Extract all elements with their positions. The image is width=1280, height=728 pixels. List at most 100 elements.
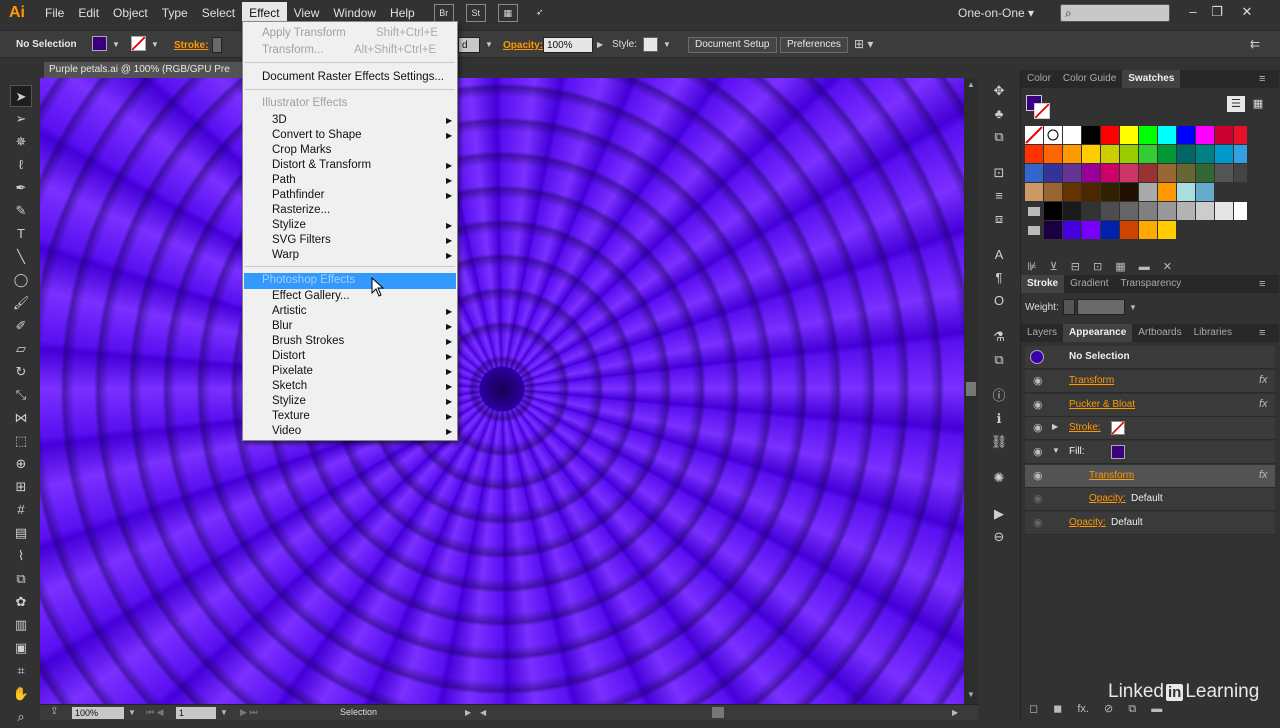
appearance-header-row[interactable]: No Selection bbox=[1025, 346, 1275, 369]
swatch[interactable] bbox=[1101, 183, 1119, 201]
align-icon[interactable]: ⊞ ▾ bbox=[854, 37, 873, 51]
swatch[interactable] bbox=[1158, 221, 1176, 239]
menu-item-distort[interactable]: Distort ▶ bbox=[244, 349, 456, 364]
swatch[interactable] bbox=[1082, 164, 1100, 182]
style-dropdown[interactable]: d bbox=[458, 37, 480, 53]
swatch[interactable] bbox=[1196, 145, 1214, 163]
swatch[interactable] bbox=[1044, 145, 1062, 163]
swatch[interactable] bbox=[1044, 221, 1062, 239]
menu-item-apply-transform[interactable]: Apply Transform Shift+Ctrl+E bbox=[244, 26, 456, 41]
swatch[interactable] bbox=[1120, 221, 1138, 239]
tab-appearance[interactable]: Appearance bbox=[1063, 324, 1133, 342]
swatch[interactable] bbox=[1120, 145, 1138, 163]
menu-item-video[interactable]: Video ▶ bbox=[244, 424, 456, 439]
first-artboard-icon[interactable]: ⏮ ◀ bbox=[146, 707, 164, 718]
minimize-icon[interactable]: – bbox=[1182, 3, 1204, 21]
menu-item-svg-filters[interactable]: SVG Filters ▶ bbox=[244, 233, 456, 248]
attributes-icon[interactable]: ⊖ bbox=[988, 526, 1010, 548]
eye-icon[interactable]: ◉ bbox=[1033, 398, 1043, 411]
eye-icon[interactable]: ◉ bbox=[1033, 492, 1043, 505]
swatch-grid[interactable] bbox=[1025, 126, 1247, 246]
info-icon[interactable]: ⓘ bbox=[988, 385, 1010, 407]
swatch[interactable] bbox=[1215, 202, 1233, 220]
swatch[interactable] bbox=[1196, 183, 1214, 201]
scroll-down-icon[interactable]: ▼ bbox=[967, 690, 975, 699]
swatch[interactable] bbox=[1234, 202, 1247, 220]
pen-tool-icon[interactable]: ✒ bbox=[10, 177, 32, 199]
document-setup-button[interactable]: Document Setup bbox=[688, 37, 777, 53]
swatch[interactable] bbox=[1063, 183, 1081, 201]
chevron-right-icon[interactable]: ▶ bbox=[597, 40, 603, 49]
graphic-style-swatch[interactable] bbox=[643, 37, 658, 52]
hand-tool-icon[interactable]: ✋ bbox=[10, 683, 32, 705]
arrange-documents-icon[interactable]: ▦ bbox=[497, 4, 518, 22]
appearance-row-opacity[interactable]: ◉ Opacity: Default bbox=[1025, 512, 1275, 535]
swatch[interactable] bbox=[1215, 164, 1233, 182]
swatch[interactable] bbox=[1063, 145, 1081, 163]
stroke-swatch[interactable] bbox=[1111, 421, 1125, 435]
vertical-scrollbar[interactable]: ▲ ▼ bbox=[964, 78, 978, 704]
fill-swatch[interactable] bbox=[1111, 445, 1125, 459]
stock-icon[interactable]: St bbox=[465, 4, 486, 22]
swatch[interactable] bbox=[1101, 202, 1119, 220]
document-info-icon[interactable]: ℹ bbox=[988, 408, 1010, 430]
fx-icon[interactable]: fx bbox=[1259, 469, 1268, 481]
swatch[interactable] bbox=[1158, 145, 1176, 163]
actions-icon[interactable]: ▶ bbox=[988, 503, 1010, 525]
asset-export-icon[interactable]: ⧉ bbox=[988, 349, 1010, 371]
swatch[interactable] bbox=[1177, 183, 1195, 201]
menu-item-convert-to-shape[interactable]: Convert to Shape ▶ bbox=[244, 128, 456, 143]
menu-item-ps-stylize[interactable]: Stylize ▶ bbox=[244, 394, 456, 409]
menu-item-warp[interactable]: Warp ▶ bbox=[244, 248, 456, 263]
eye-icon[interactable]: ◉ bbox=[1033, 445, 1043, 458]
scroll-right-icon[interactable]: ▶ bbox=[952, 708, 958, 717]
menu-item-rasterize[interactable]: Rasterize... bbox=[244, 203, 456, 218]
paintbrush-tool-icon[interactable]: 🖌 bbox=[10, 292, 32, 314]
perspective-grid-tool-icon[interactable]: ⊞ bbox=[10, 476, 32, 498]
menu-item-distort-transform[interactable]: Distort & Transform ▶ bbox=[244, 158, 456, 173]
panel-menu-icon[interactable]: ⇇ bbox=[1250, 37, 1260, 51]
menu-item-sketch[interactable]: Sketch ▶ bbox=[244, 379, 456, 394]
menu-item-transform[interactable]: Transform... Alt+Shift+Ctrl+E bbox=[244, 43, 456, 58]
swatch[interactable] bbox=[1120, 183, 1138, 201]
swatch[interactable] bbox=[1177, 145, 1195, 163]
effect-link-pucker-bloat[interactable]: Pucker & Bloat bbox=[1069, 399, 1135, 410]
swatch[interactable] bbox=[1025, 164, 1043, 182]
panel-menu-icon[interactable]: ≡ bbox=[1259, 73, 1265, 85]
symbols-icon[interactable]: ♣ bbox=[988, 103, 1010, 125]
appearance-row-transform[interactable]: ◉ Transform fx bbox=[1025, 370, 1275, 393]
swatch[interactable] bbox=[1044, 183, 1062, 201]
swatch[interactable] bbox=[1215, 145, 1233, 163]
opentype-icon[interactable]: O bbox=[988, 290, 1010, 312]
weight-field[interactable] bbox=[1077, 299, 1125, 315]
swatch[interactable] bbox=[1044, 164, 1062, 182]
symbol-sprayer-tool-icon[interactable]: ✿ bbox=[10, 591, 32, 613]
artboard-tool-icon[interactable]: ▣ bbox=[10, 637, 32, 659]
gpu-rocket-icon[interactable]: ➶ bbox=[530, 4, 550, 22]
gradient-tool-icon[interactable]: ▤ bbox=[10, 522, 32, 544]
document-tab[interactable]: Purple petals.ai @ 100% (RGB/GPU Pre bbox=[44, 62, 248, 78]
appearance-row-fill[interactable]: ◉ ▼ Fill: bbox=[1025, 441, 1275, 464]
chevron-down-icon[interactable]: ▼ bbox=[151, 40, 159, 49]
swatch[interactable] bbox=[1177, 164, 1195, 182]
chevron-down-icon[interactable]: ▼ bbox=[220, 708, 228, 717]
menu-file[interactable]: File bbox=[38, 2, 71, 24]
swatch[interactable] bbox=[1158, 126, 1176, 144]
expand-arrow-icon[interactable]: ▶ bbox=[1052, 422, 1058, 431]
artboard-canvas[interactable] bbox=[40, 78, 964, 704]
menu-item-pixelate[interactable]: Pixelate ▶ bbox=[244, 364, 456, 379]
swatch[interactable] bbox=[1063, 202, 1081, 220]
fx-icon[interactable]: fx bbox=[1259, 398, 1268, 410]
swatch[interactable] bbox=[1044, 202, 1062, 220]
magic-wand-tool-icon[interactable]: ✵ bbox=[10, 131, 32, 153]
tab-gradient[interactable]: Gradient bbox=[1064, 275, 1114, 293]
swatch[interactable] bbox=[1101, 145, 1119, 163]
swatch[interactable] bbox=[1139, 126, 1157, 144]
status-tool-label[interactable]: Selection bbox=[340, 707, 377, 717]
swatch[interactable] bbox=[1025, 145, 1043, 163]
next-artboard-icon[interactable]: ▶ ⏭ bbox=[240, 707, 258, 718]
swatch[interactable] bbox=[1139, 183, 1157, 201]
color-icon[interactable]: ✥ bbox=[988, 80, 1010, 102]
menu-item-artistic[interactable]: Artistic ▶ bbox=[244, 304, 456, 319]
swatch[interactable] bbox=[1234, 126, 1247, 144]
